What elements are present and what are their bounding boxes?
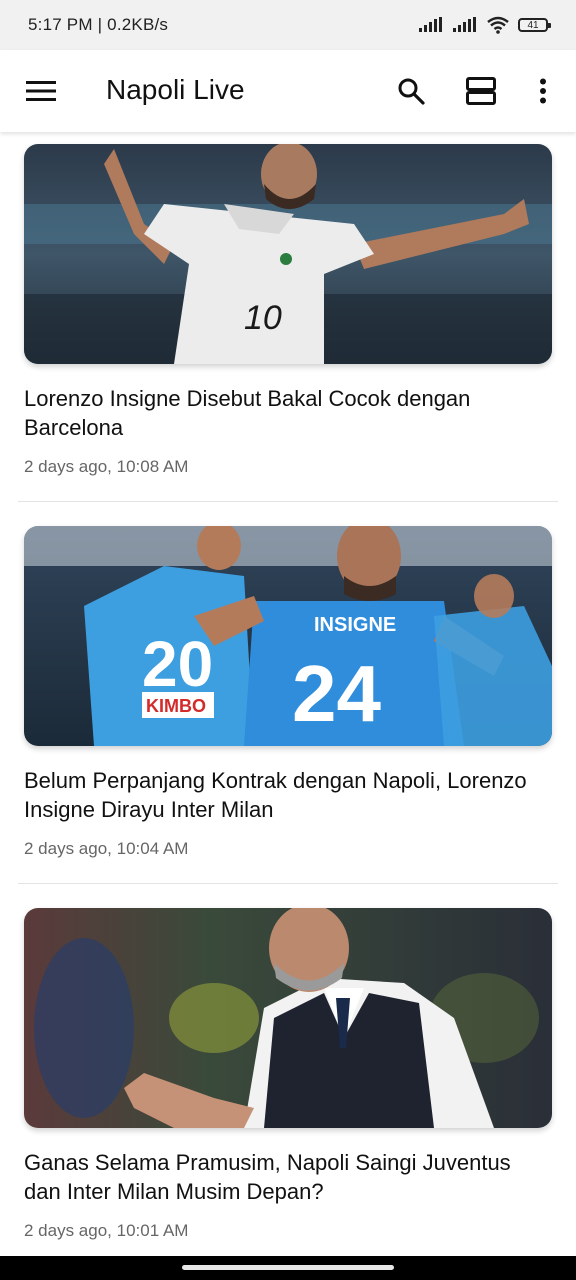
- more-options-button[interactable]: [528, 72, 558, 110]
- news-headline[interactable]: Belum Perpanjang Kontrak dengan Napoli, …: [24, 766, 544, 824]
- player-celebrating-image: 10: [24, 144, 552, 364]
- news-thumbnail[interactable]: 20 KIMBO INSIGNE 24: [24, 526, 552, 746]
- menu-icon: [26, 81, 56, 101]
- search-icon: [398, 78, 425, 105]
- news-item[interactable]: Ganas Selama Pramusim, Napoli Saingi Juv…: [0, 896, 576, 1256]
- coach-gesturing-image: [24, 908, 552, 1128]
- app-title: Napoli Live: [106, 74, 245, 105]
- status-time-speed: 5:17 PM | 0.2KB/s: [28, 15, 169, 34]
- search-button[interactable]: [392, 72, 430, 110]
- menu-button[interactable]: [22, 72, 60, 110]
- cellular-signal-icon: [419, 17, 442, 32]
- status-icons: 41: [418, 16, 551, 34]
- cellular-signal-2-icon: [453, 17, 476, 32]
- svg-text:INSIGNE: INSIGNE: [314, 614, 396, 636]
- news-item[interactable]: 10 Lorenzo Insigne Disebut Bakal Cocok d…: [0, 132, 576, 502]
- news-timestamp: 2 days ago, 10:04 AM: [24, 839, 189, 858]
- news-thumbnail[interactable]: [24, 908, 552, 1128]
- players-shirt-image: 20 KIMBO INSIGNE 24: [24, 526, 552, 746]
- news-timestamp: 2 days ago, 10:01 AM: [24, 1221, 189, 1240]
- news-headline[interactable]: Lorenzo Insigne Disebut Bakal Cocok deng…: [24, 384, 544, 442]
- battery-level: 41: [527, 19, 539, 31]
- wifi-icon: [487, 16, 509, 34]
- status-bar: 5:17 PM | 0.2KB/s 41: [0, 0, 576, 50]
- divider: [18, 501, 558, 502]
- svg-text:KIMBO: KIMBO: [146, 696, 206, 716]
- battery-icon: 41: [518, 18, 551, 32]
- news-thumbnail[interactable]: 10: [24, 144, 552, 364]
- news-item[interactable]: 20 KIMBO INSIGNE 24 Belum Perpanjang Kon…: [0, 514, 576, 884]
- view-layout-icon: [466, 77, 496, 105]
- more-vert-icon: [540, 78, 546, 104]
- system-nav-bar: [0, 1256, 576, 1280]
- news-headline[interactable]: Ganas Selama Pramusim, Napoli Saingi Juv…: [24, 1148, 544, 1206]
- view-layout-button[interactable]: [462, 72, 500, 110]
- app-bar: Napoli Live: [0, 50, 576, 132]
- svg-text:10: 10: [244, 299, 282, 337]
- home-gesture-handle[interactable]: [182, 1265, 394, 1270]
- svg-text:24: 24: [292, 649, 381, 738]
- divider: [18, 883, 558, 884]
- news-timestamp: 2 days ago, 10:08 AM: [24, 457, 189, 476]
- svg-text:20: 20: [142, 628, 213, 700]
